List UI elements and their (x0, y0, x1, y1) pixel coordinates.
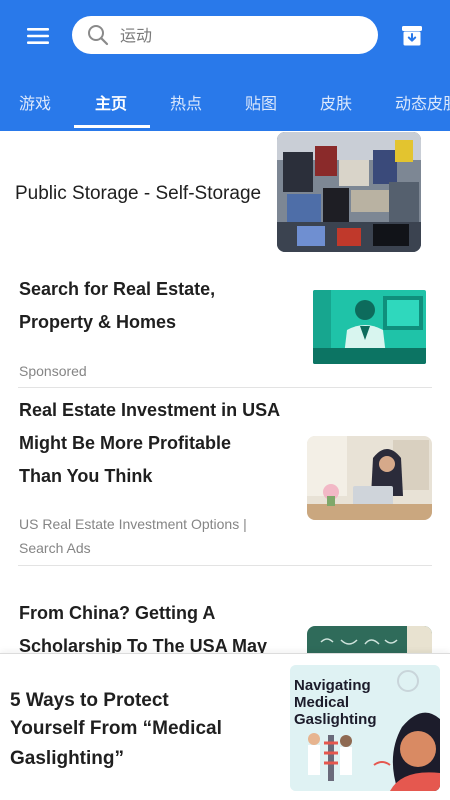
storage-room-clutter-photo[interactable] (277, 132, 421, 252)
medical-gaslighting-illustration[interactable]: Navigating Medical Gaslighting (290, 665, 440, 791)
search-bar[interactable] (72, 16, 378, 54)
illustration-text-line2: Medical (294, 694, 350, 711)
chalkboard-photo[interactable] (307, 626, 432, 653)
feed-item-title-line3[interactable]: Than You Think (19, 460, 152, 493)
feed-item-title-line1[interactable]: From China? Getting A (19, 597, 215, 630)
feed-divider (18, 387, 432, 388)
feed-item-title-line1[interactable]: Search for Real Estate, (19, 273, 215, 306)
hamburger-menu-icon[interactable] (18, 22, 58, 50)
category-tabs: 游戏 主页 热点 贴图 皮肤 动态皮肤 (0, 80, 450, 128)
banner-title-line3[interactable]: Gaslighting” (10, 744, 124, 773)
feed-item-source-line1: US Real Estate Investment Options | (19, 516, 247, 532)
active-tab-indicator (74, 125, 150, 128)
feed-item-title-line2[interactable]: Scholarship To The USA May (19, 630, 267, 653)
feed-divider (18, 565, 432, 566)
illustration-text-line3: Gaslighting (294, 711, 377, 728)
woman-with-laptop-photo[interactable] (307, 436, 432, 520)
feed-item-source-line2: Search Ads (19, 540, 91, 556)
tab-trending[interactable]: 热点 (170, 90, 202, 114)
search-input[interactable] (120, 25, 360, 45)
archive-download-icon[interactable] (399, 23, 425, 49)
illustration-text-line1: Navigating (294, 677, 371, 694)
businessman-at-desk-photo[interactable] (313, 290, 426, 364)
feed-item-source: Sponsored (19, 363, 87, 379)
tab-games[interactable]: 游戏 (19, 90, 51, 114)
search-icon (86, 23, 110, 47)
banner-title-line1[interactable]: 5 Ways to Protect (10, 686, 169, 715)
feed-item-title[interactable]: Public Storage - Self-Storage (15, 177, 261, 210)
banner-title-line2[interactable]: Yourself From “Medical (10, 714, 222, 743)
tab-stickers[interactable]: 贴图 (245, 90, 277, 114)
top-app-bar: 游戏 主页 热点 贴图 皮肤 动态皮肤 (0, 0, 450, 131)
feed-item-title-line2[interactable]: Property & Homes (19, 306, 176, 339)
feed-item-title-line2[interactable]: Might Be More Profitable (19, 427, 231, 460)
feed-item-title-line1[interactable]: Real Estate Investment in USA (19, 394, 280, 427)
tab-skins[interactable]: 皮肤 (320, 90, 352, 114)
news-feed[interactable]: Public Storage - Self-Storage Search for… (0, 131, 450, 653)
tab-home[interactable]: 主页 (95, 90, 127, 114)
tab-dynamic-skins[interactable]: 动态皮肤 (395, 90, 450, 114)
bottom-banner-ad[interactable]: 5 Ways to Protect Yourself From “Medical… (0, 653, 450, 800)
